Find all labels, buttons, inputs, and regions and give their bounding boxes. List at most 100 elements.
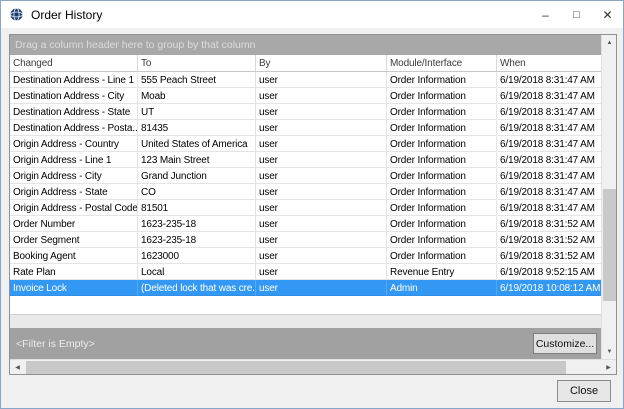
table-row[interactable]: Destination Address - Line 1555 Peach St…: [10, 72, 601, 88]
order-history-grid: Drag a column header here to group by th…: [9, 34, 617, 375]
table-row[interactable]: Booking Agent1623000userOrder Informatio…: [10, 248, 601, 264]
cell-by: user: [256, 264, 387, 280]
vertical-scrollbar[interactable]: ▲ ▼: [601, 35, 616, 359]
cell-when: 6/19/2018 8:31:47 AM: [497, 184, 601, 200]
table-row[interactable]: Destination Address - Posta...81435userO…: [10, 120, 601, 136]
table-row[interactable]: Origin Address - CityGrand JunctionuserO…: [10, 168, 601, 184]
maximize-button[interactable]: □: [561, 1, 592, 28]
customize-button[interactable]: Customize...: [533, 333, 597, 354]
column-header-by[interactable]: By: [256, 55, 387, 71]
scroll-up-icon[interactable]: ▲: [602, 35, 617, 50]
vertical-scroll-track[interactable]: [602, 50, 616, 344]
table-row[interactable]: Rate PlanLocaluserRevenue Entry6/19/2018…: [10, 264, 601, 280]
cell-module: Order Information: [387, 232, 497, 248]
cell-by: user: [256, 280, 387, 296]
cell-when: 6/19/2018 8:31:47 AM: [497, 104, 601, 120]
header-row: ChangedToByModule/InterfaceWhen: [10, 55, 601, 72]
cell-to: 81501: [138, 200, 256, 216]
cell-by: user: [256, 136, 387, 152]
cell-changed: Invoice Lock: [10, 280, 138, 296]
vertical-scroll-thumb[interactable]: [603, 189, 616, 301]
cell-changed: Destination Address - City: [10, 88, 138, 104]
cell-when: 6/19/2018 8:31:47 AM: [497, 120, 601, 136]
cell-module: Admin: [387, 280, 497, 296]
cell-when: 6/19/2018 8:31:52 AM: [497, 216, 601, 232]
cell-by: user: [256, 104, 387, 120]
cell-when: 6/19/2018 8:31:47 AM: [497, 88, 601, 104]
close-button[interactable]: Close: [557, 380, 611, 402]
app-icon-globe: [9, 7, 24, 22]
cell-to: 123 Main Street: [138, 152, 256, 168]
column-header-to[interactable]: To: [138, 55, 256, 71]
titlebar: Order History – □ ✕: [1, 1, 623, 28]
cell-to: 81435: [138, 120, 256, 136]
table-row[interactable]: Origin Address - Postal Code81501userOrd…: [10, 200, 601, 216]
cell-when: 6/19/2018 8:31:47 AM: [497, 72, 601, 88]
order-history-dialog: Order History – □ ✕ Drag a column header…: [0, 0, 624, 409]
cell-changed: Destination Address - Line 1: [10, 72, 138, 88]
cell-module: Order Information: [387, 184, 497, 200]
window-controls: – □ ✕: [530, 1, 623, 28]
cell-to: Local: [138, 264, 256, 280]
cell-module: Order Information: [387, 120, 497, 136]
cell-to: United States of America: [138, 136, 256, 152]
cell-module: Order Information: [387, 248, 497, 264]
cell-module: Order Information: [387, 168, 497, 184]
table-row[interactable]: Origin Address - Line 1123 Main Streetus…: [10, 152, 601, 168]
cell-changed: Order Segment: [10, 232, 138, 248]
scroll-right-icon[interactable]: ▶: [601, 360, 616, 375]
table-row[interactable]: Destination Address - CityMoabuserOrder …: [10, 88, 601, 104]
column-header-when[interactable]: When: [497, 55, 601, 71]
scroll-left-icon[interactable]: ◀: [10, 360, 25, 375]
table-row[interactable]: Invoice Lock(Deleted lock that was cre..…: [10, 280, 601, 296]
cell-changed: Origin Address - Country: [10, 136, 138, 152]
cell-changed: Origin Address - State: [10, 184, 138, 200]
cell-by: user: [256, 72, 387, 88]
cell-to: 1623000: [138, 248, 256, 264]
cell-by: user: [256, 200, 387, 216]
cell-when: 6/19/2018 8:31:52 AM: [497, 248, 601, 264]
cell-module: Order Information: [387, 152, 497, 168]
minimize-button[interactable]: –: [530, 1, 561, 28]
cell-changed: Destination Address - State: [10, 104, 138, 120]
table-row[interactable]: Origin Address - StateCOuserOrder Inform…: [10, 184, 601, 200]
cell-module: Revenue Entry: [387, 264, 497, 280]
table-row[interactable]: Order Segment1623-235-18userOrder Inform…: [10, 232, 601, 248]
scroll-down-icon[interactable]: ▼: [602, 344, 617, 359]
close-window-button[interactable]: ✕: [592, 1, 623, 28]
group-by-panel[interactable]: Drag a column header here to group by th…: [10, 35, 601, 55]
cell-to: UT: [138, 104, 256, 120]
cell-changed: Booking Agent: [10, 248, 138, 264]
table-row[interactable]: Destination Address - StateUTuserOrder I…: [10, 104, 601, 120]
cell-when: 6/19/2018 8:31:47 AM: [497, 200, 601, 216]
cell-by: user: [256, 232, 387, 248]
cell-by: user: [256, 120, 387, 136]
grid-rows: Destination Address - Line 1555 Peach St…: [10, 72, 601, 296]
cell-by: user: [256, 168, 387, 184]
cell-to: 1623-235-18: [138, 216, 256, 232]
cell-by: user: [256, 88, 387, 104]
cell-changed: Origin Address - Postal Code: [10, 200, 138, 216]
column-header-changed[interactable]: Changed: [10, 55, 138, 71]
table-row[interactable]: Origin Address - CountryUnited States of…: [10, 136, 601, 152]
cell-changed: Origin Address - Line 1: [10, 152, 138, 168]
cell-when: 6/19/2018 9:52:15 AM: [497, 264, 601, 280]
cell-to: Grand Junction: [138, 168, 256, 184]
cell-when: 6/19/2018 8:31:47 AM: [497, 136, 601, 152]
cell-module: Order Information: [387, 88, 497, 104]
horizontal-scroll-thumb[interactable]: [26, 361, 566, 374]
filter-status: <Filter is Empty>: [16, 338, 533, 350]
cell-by: user: [256, 152, 387, 168]
cell-module: Order Information: [387, 200, 497, 216]
cell-when: 6/19/2018 10:08:12 AM: [497, 280, 601, 296]
cell-changed: Order Number: [10, 216, 138, 232]
cell-to: Moab: [138, 88, 256, 104]
cell-to: (Deleted lock that was cre...: [138, 280, 256, 296]
cell-to: CO: [138, 184, 256, 200]
cell-changed: Origin Address - City: [10, 168, 138, 184]
table-row[interactable]: Order Number1623-235-18userOrder Informa…: [10, 216, 601, 232]
horizontal-scrollbar[interactable]: ◀ ▶: [10, 359, 616, 374]
cell-module: Order Information: [387, 104, 497, 120]
cell-by: user: [256, 248, 387, 264]
column-header-module-interface[interactable]: Module/Interface: [387, 55, 497, 71]
